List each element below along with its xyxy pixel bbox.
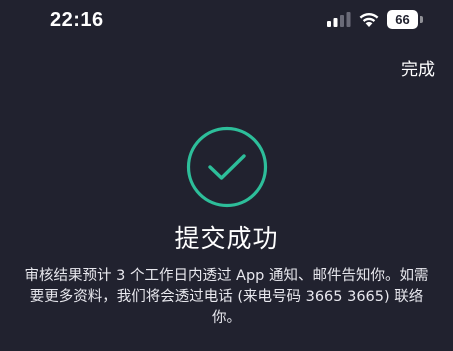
status-bar: 22:16 66: [0, 0, 453, 44]
battery-cap: [420, 16, 423, 23]
page-title: 提交成功: [174, 224, 279, 253]
done-button[interactable]: 完成: [401, 55, 435, 80]
battery-icon: 66: [387, 10, 425, 29]
battery-level: 66: [387, 10, 418, 29]
check-circle-icon: [186, 126, 268, 208]
status-time: 22:16: [50, 9, 104, 31]
signal-icon: [327, 12, 351, 27]
wifi-icon: [359, 12, 379, 27]
result-message: 审核结果预计 3 个工作日内透过 App 通知、邮件告知你。如需要更多资料，我们…: [24, 268, 429, 326]
